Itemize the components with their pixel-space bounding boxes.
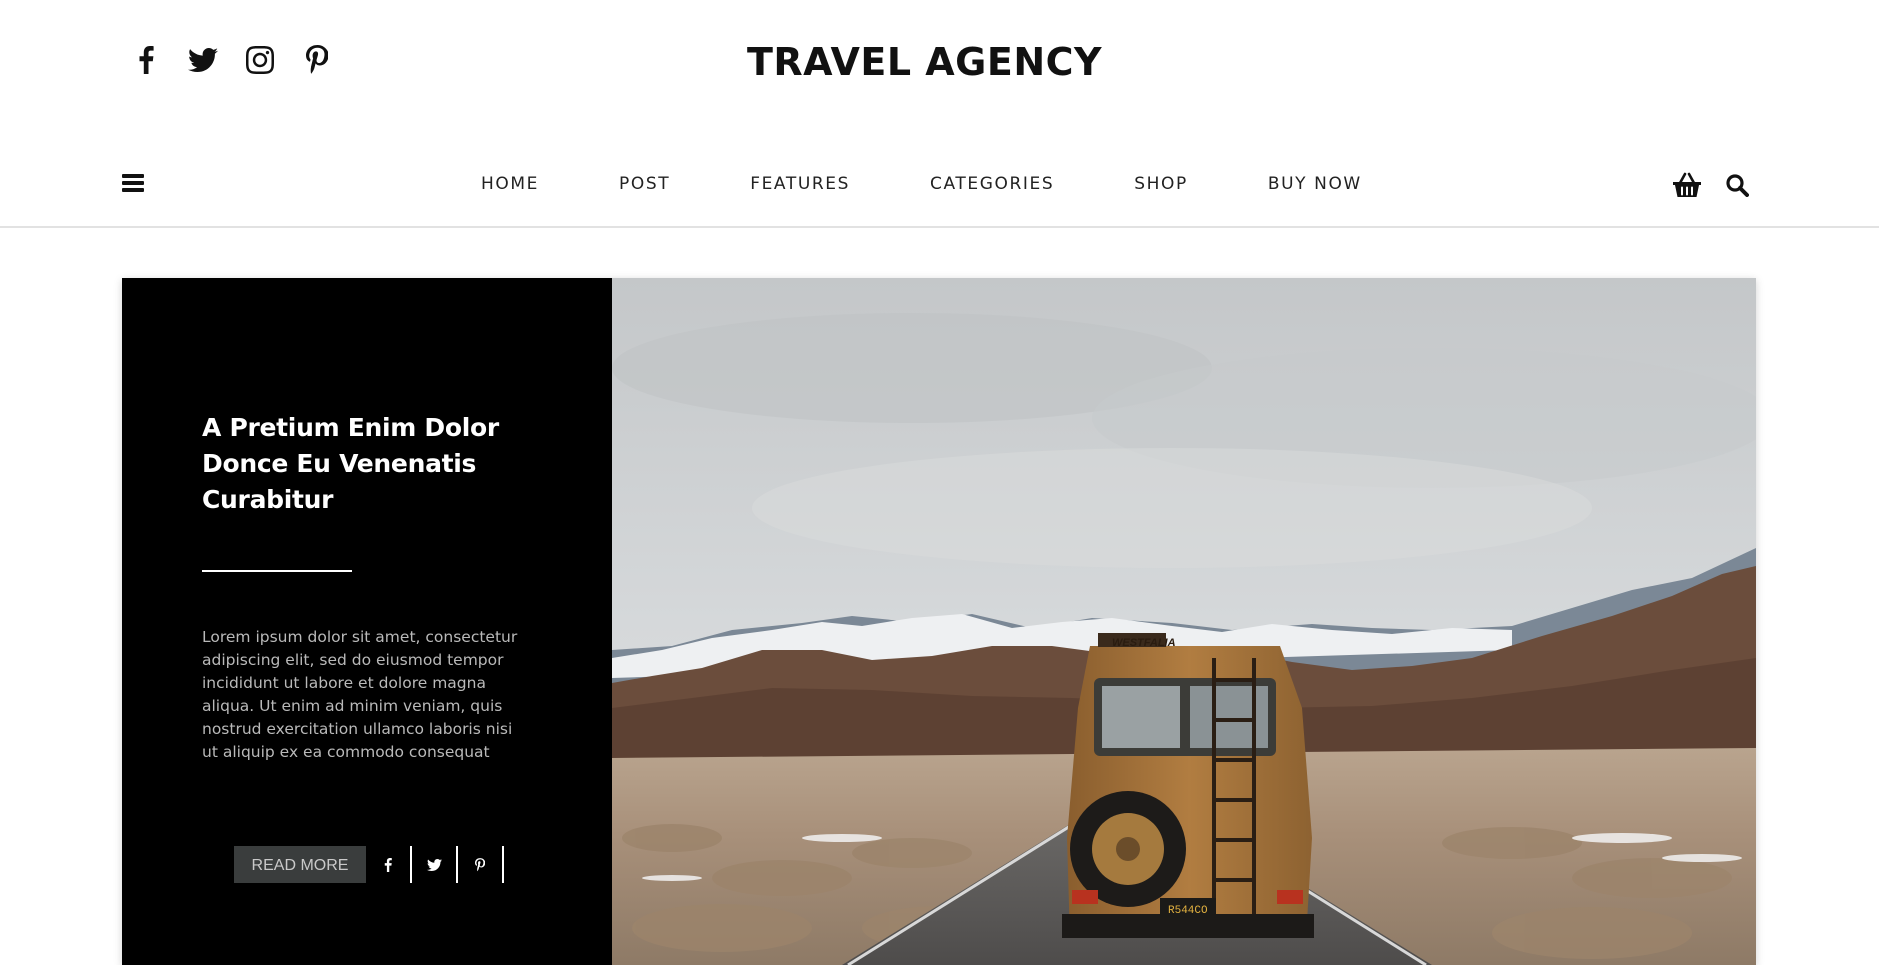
svg-text:WESTFALIA: WESTFALIA [1112,637,1176,649]
twitter-icon[interactable] [412,846,458,883]
hamburger-menu-icon[interactable] [122,174,144,194]
main-navbar: HOME POST FEATURES CATEGORIES SHOP BUY N… [0,140,1879,228]
site-header: TRAVEL AGENCY [0,0,1879,130]
search-icon[interactable] [1722,170,1752,200]
site-logo[interactable]: TRAVEL AGENCY [0,40,1849,84]
basket-icon[interactable] [1672,170,1702,200]
post-excerpt: Lorem ipsum dolor sit amet, consectetur … [202,628,518,761]
nav-item-categories[interactable]: CATEGORIES [930,174,1054,194]
facebook-icon[interactable] [366,846,412,883]
nav-item-post[interactable]: POST [619,174,670,194]
main-menu: HOME POST FEATURES CATEGORIES SHOP BUY N… [481,174,1442,194]
pinterest-icon[interactable] [458,846,504,883]
featured-post-panel: A Pretium Enim Dolor Donce Eu Venenatis … [122,278,612,965]
read-more-button[interactable]: READ MORE [234,846,366,883]
svg-text:R544CO: R544CO [1168,905,1208,917]
title-divider [202,570,352,572]
nav-item-home[interactable]: HOME [481,174,539,194]
post-actions: READ MORE [234,846,504,883]
featured-post-image[interactable]: WESTFALIA R544CO [612,278,1756,965]
post-title[interactable]: A Pretium Enim Dolor Donce Eu Venenatis … [202,410,502,518]
featured-post: A Pretium Enim Dolor Donce Eu Venenatis … [122,278,1756,965]
van-illustration: WESTFALIA R544CO [1062,633,1314,938]
nav-item-shop[interactable]: SHOP [1134,174,1188,194]
nav-item-buy-now[interactable]: BUY NOW [1268,174,1362,194]
nav-actions [1672,170,1752,200]
nav-item-features[interactable]: FEATURES [750,174,850,194]
